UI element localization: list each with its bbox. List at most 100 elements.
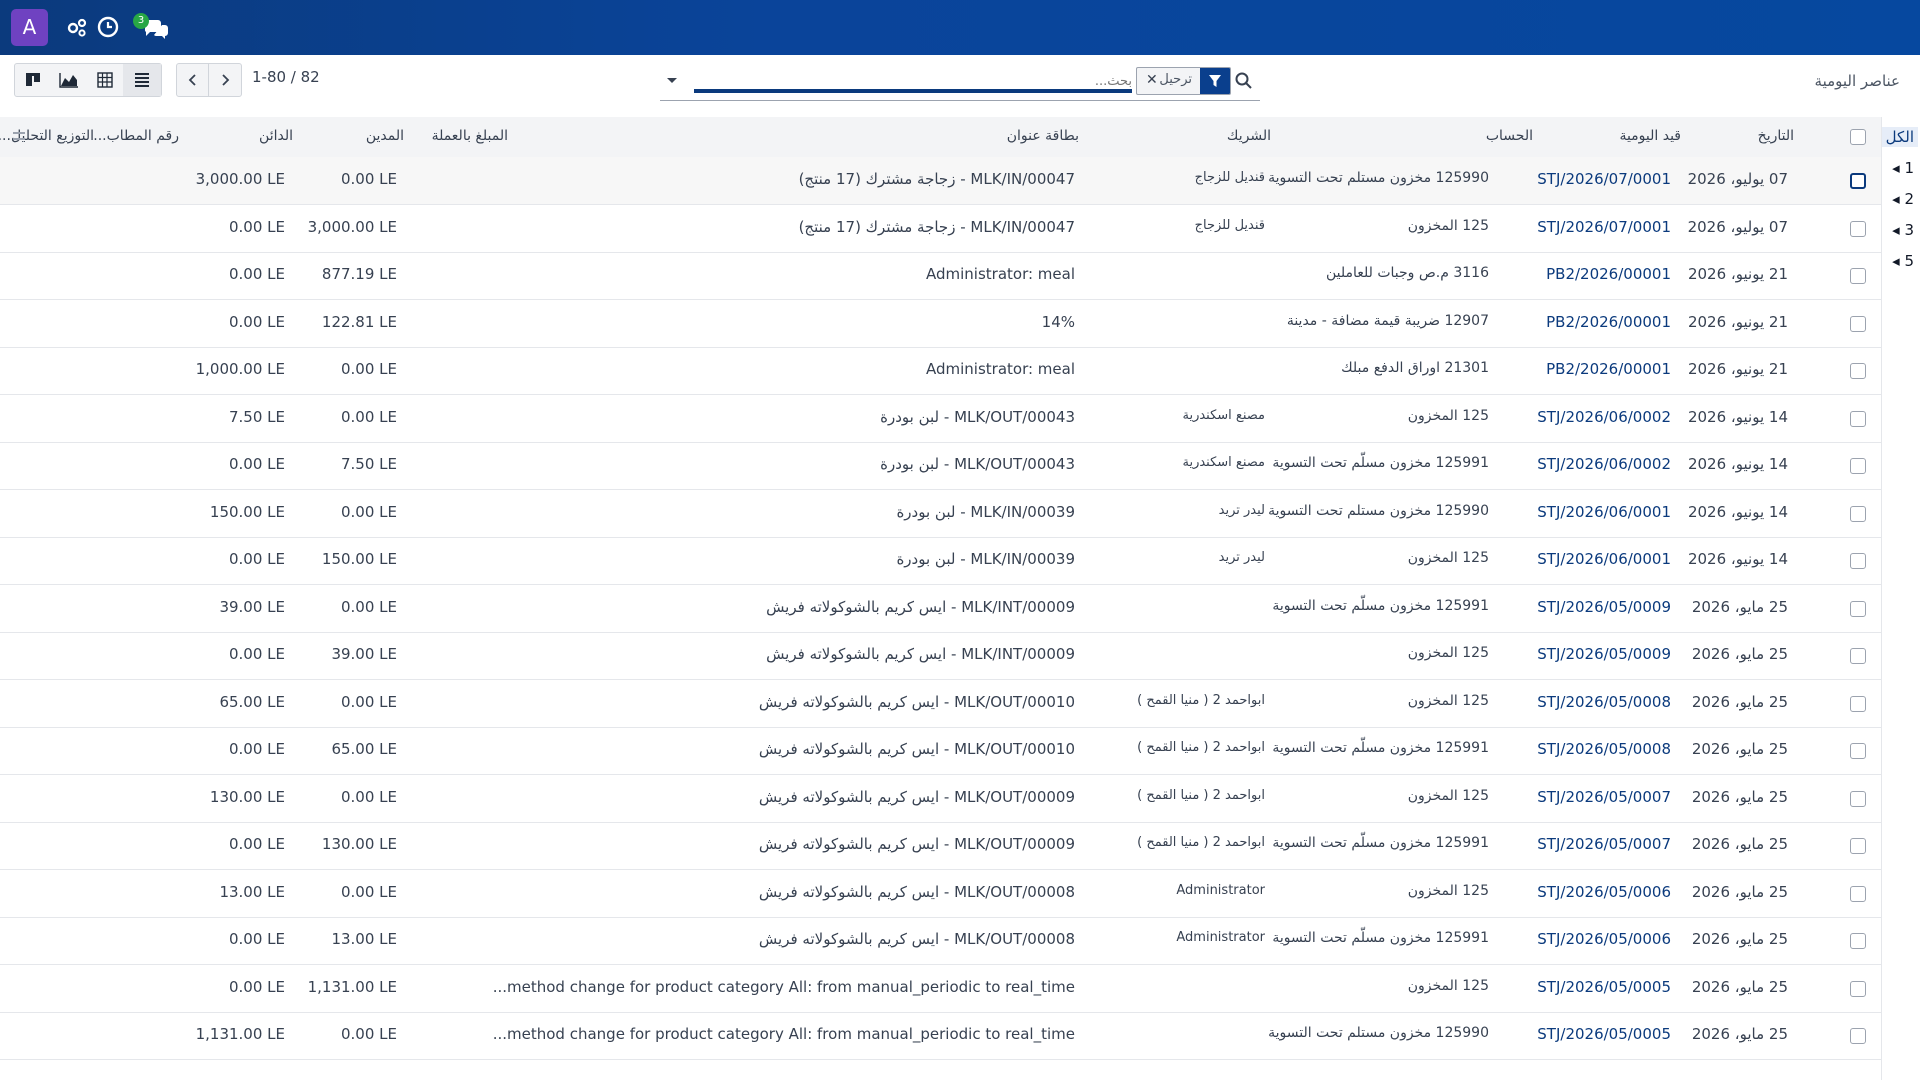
cell-journal-entry[interactable]: STJ/2026/05/0007 — [1537, 788, 1671, 806]
col-label[interactable]: بطاقة عنوان — [1007, 128, 1079, 144]
row-checkbox[interactable] — [1850, 505, 1866, 522]
side-item-2[interactable]: 2 ◂ — [1892, 190, 1914, 208]
cell-journal-entry[interactable]: PB2/2026/00001 — [1546, 360, 1671, 378]
row-checkbox[interactable] — [1850, 933, 1866, 949]
cell-debit: 65.00 LE — [331, 740, 397, 758]
row-checkbox[interactable] — [1850, 315, 1866, 332]
table-row[interactable]: 25 مايو، 2026 STJ/2026/05/0008 125 المخزون… — [0, 680, 1881, 728]
row-checkbox[interactable] — [1850, 363, 1866, 379]
row-checkbox[interactable] — [1850, 1028, 1866, 1044]
table-row[interactable]: 25 مايو، 2026 STJ/2026/05/0009 125991 مخزو… — [0, 585, 1881, 633]
table-row[interactable]: 25 مايو، 2026 STJ/2026/05/0005 125990 مخزو… — [0, 1012, 1881, 1060]
cell-date: 25 مايو، 2026 — [1691, 692, 1788, 711]
cell-debit: 0.00 LE — [340, 787, 397, 806]
cell-journal-entry[interactable]: STJ/2026/05/0006 — [1537, 883, 1671, 901]
cell-journal-entry[interactable]: STJ/2026/07/0001 — [1537, 218, 1671, 236]
cell-journal-entry[interactable]: STJ/2026/06/0002 — [1537, 408, 1671, 426]
col-debit[interactable]: المدين — [366, 128, 404, 144]
cell-date: 14 يونيو، 2026 — [1687, 502, 1788, 521]
col-amount-currency[interactable]: المبلغ بالعملة — [432, 128, 508, 144]
users-cog-icon[interactable] — [64, 14, 90, 40]
table-row[interactable]: 21 يونيو، 2026 PB2/2026/00001 3116 م.ص وجب… — [0, 252, 1881, 300]
side-item-3[interactable]: 3 ◂ — [1892, 221, 1914, 239]
col-partner[interactable]: الشريك — [1227, 128, 1271, 144]
row-checkbox[interactable] — [1850, 553, 1866, 569]
cell-journal-entry[interactable]: STJ/2026/06/0002 — [1537, 455, 1671, 473]
row-checkbox[interactable] — [1850, 220, 1866, 237]
cell-journal-entry[interactable]: STJ/2026/06/0001 — [1537, 503, 1671, 521]
select-all-checkbox[interactable] — [1850, 129, 1866, 145]
cell-label: method change for product category All: … — [492, 977, 1075, 996]
table-row[interactable]: 25 مايو، 2026 STJ/2026/05/0005 125 المخزون… — [0, 965, 1881, 1013]
table-row[interactable]: 25 مايو، 2026 STJ/2026/05/0009 125 المخزون… — [0, 632, 1881, 680]
row-checkbox[interactable] — [1850, 885, 1866, 902]
list-view-button[interactable] — [123, 64, 161, 96]
col-journal-entry[interactable]: قيد اليومية — [1619, 128, 1681, 144]
table-row[interactable]: 21 يونيو، 2026 PB2/2026/00001 12907 ضريبة … — [0, 300, 1881, 348]
table-row[interactable]: 14 يونيو، 2026 STJ/2026/06/0001 125 المخزو… — [0, 537, 1881, 585]
pivot-view-button[interactable] — [87, 64, 123, 96]
chevron-left-icon[interactable] — [185, 72, 201, 88]
row-checkbox[interactable] — [1850, 173, 1866, 189]
side-item-1[interactable]: 1 ◂ — [1892, 159, 1914, 177]
cell-journal-entry[interactable]: PB2/2026/00001 — [1546, 313, 1671, 331]
col-date[interactable]: التاريخ — [1758, 128, 1794, 144]
cell-journal-entry[interactable]: STJ/2026/05/0005 — [1537, 1025, 1671, 1043]
cell-credit: 7.50 LE — [228, 407, 285, 426]
table-row[interactable]: 14 يونيو، 2026 STJ/2026/06/0001 125990 مخز… — [0, 490, 1881, 538]
cell-credit: 0.00 LE — [228, 550, 285, 568]
cell-journal-entry[interactable]: STJ/2026/05/0006 — [1537, 930, 1671, 948]
table-row[interactable]: 25 مايو، 2026 STJ/2026/05/0006 125 المخزون… — [0, 870, 1881, 918]
optional-columns-icon[interactable] — [10, 127, 28, 145]
cell-journal-entry[interactable]: PB2/2026/00001 — [1546, 265, 1671, 283]
cell-label: MLK/OUT/00043 - لبن بودرة — [880, 455, 1075, 473]
row-checkbox[interactable] — [1850, 648, 1866, 664]
cell-journal-entry[interactable]: STJ/2026/06/0001 — [1537, 550, 1671, 568]
cell-journal-entry[interactable]: STJ/2026/05/0008 — [1537, 740, 1671, 758]
cell-journal-entry[interactable]: STJ/2026/05/0005 — [1537, 978, 1671, 996]
row-checkbox[interactable] — [1850, 458, 1866, 474]
table-row[interactable]: 07 يوليو، 2026 STJ/2026/07/0001 125 المخزو… — [0, 205, 1881, 253]
table-row[interactable]: 14 يونيو، 2026 STJ/2026/06/0002 125991 مخز… — [0, 442, 1881, 490]
cell-label: MLK/INT/00009 - ايس كريم بالشوكولاته فري… — [766, 645, 1075, 663]
col-account[interactable]: الحساب — [1486, 128, 1533, 144]
col-credit[interactable]: الدائن — [259, 128, 293, 144]
cell-journal-entry[interactable]: STJ/2026/05/0008 — [1537, 693, 1671, 711]
row-checkbox[interactable] — [1850, 743, 1866, 759]
table-row[interactable]: 25 مايو، 2026 STJ/2026/05/0007 125 المخزون… — [0, 775, 1881, 823]
table-row[interactable]: 25 مايو، 2026 STJ/2026/05/0008 125991 مخزو… — [0, 727, 1881, 775]
cell-journal-entry[interactable]: STJ/2026/07/0001 — [1537, 170, 1671, 188]
cell-label: MLK/OUT/00008 - ايس كريم بالشوكولاته فري… — [758, 930, 1075, 948]
graph-view-button[interactable] — [51, 64, 87, 96]
cell-journal-entry[interactable]: STJ/2026/05/0009 — [1537, 645, 1671, 663]
col-matching[interactable]: رقم المطاب... — [93, 128, 179, 144]
cell-credit: 39.00 LE — [219, 597, 285, 616]
avatar[interactable]: A — [11, 9, 48, 46]
table-row[interactable]: 14 يونيو، 2026 STJ/2026/06/0002 125 المخزو… — [0, 395, 1881, 443]
side-item-all[interactable]: الكل — [1881, 127, 1918, 147]
area-chart-icon — [59, 73, 78, 88]
table-row[interactable]: 07 يوليو، 2026 STJ/2026/07/0001 125990 مخز… — [0, 157, 1881, 205]
cell-journal-entry[interactable]: STJ/2026/05/0007 — [1537, 835, 1671, 853]
cell-credit: 0.00 LE — [228, 930, 285, 948]
clock-icon[interactable] — [95, 14, 121, 40]
row-checkbox[interactable] — [1850, 695, 1866, 712]
chevron-right-icon[interactable] — [217, 72, 233, 88]
row-checkbox[interactable] — [1850, 268, 1866, 284]
row-checkbox[interactable] — [1850, 790, 1866, 807]
table-row[interactable]: 25 مايو، 2026 STJ/2026/05/0007 125991 مخزو… — [0, 822, 1881, 870]
cell-account: 125 المخزون — [1407, 407, 1489, 424]
row-checkbox[interactable] — [1850, 600, 1866, 617]
row-checkbox[interactable] — [1850, 980, 1866, 997]
kanban-view-button[interactable] — [15, 64, 51, 96]
cell-account: 125 المخزون — [1407, 550, 1489, 566]
table-row[interactable]: 21 يونيو، 2026 PB2/2026/00001 21301 اوراق … — [0, 347, 1881, 395]
table-row[interactable]: 25 مايو، 2026 STJ/2026/05/0006 125991 مخزو… — [0, 917, 1881, 965]
side-item-5[interactable]: 5 ◂ — [1892, 252, 1914, 270]
list-icon — [135, 73, 149, 87]
cell-journal-entry[interactable]: STJ/2026/05/0009 — [1537, 598, 1671, 616]
pager-value[interactable]: 1-80 / 82 — [252, 68, 320, 86]
row-checkbox[interactable] — [1850, 838, 1866, 854]
cell-date: 14 يونيو، 2026 — [1687, 455, 1788, 473]
row-checkbox[interactable] — [1850, 410, 1866, 427]
